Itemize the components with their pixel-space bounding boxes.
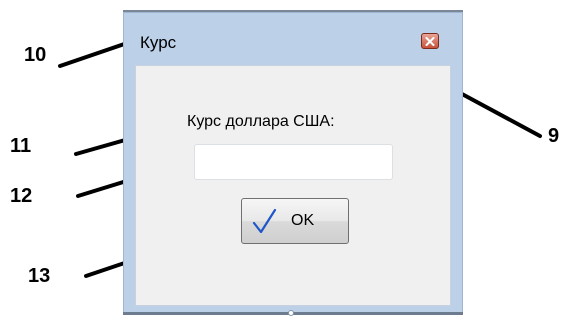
window-title: Курс	[140, 33, 177, 52]
callout-11: 11	[10, 135, 32, 157]
callout-13: 13	[28, 265, 51, 287]
window-top-border	[123, 10, 463, 12]
rate-input[interactable]	[194, 144, 393, 180]
close-icon	[425, 36, 435, 46]
callout-line-9	[460, 92, 542, 138]
resize-grip[interactable]	[288, 310, 294, 316]
callout-12: 12	[10, 185, 33, 207]
checkmark-icon	[251, 208, 277, 234]
callout-10: 10	[24, 44, 47, 66]
close-button[interactable]	[421, 33, 439, 49]
callout-9: 9	[548, 125, 560, 147]
dialog-client-area: Курс доллара США: OK	[135, 65, 451, 306]
rate-label: Курс доллара США:	[187, 113, 335, 130]
ok-button-label: OK	[291, 212, 315, 229]
ok-button[interactable]: OK	[241, 198, 349, 244]
dialog-window: Курс Курс доллара США: OK	[123, 12, 463, 314]
